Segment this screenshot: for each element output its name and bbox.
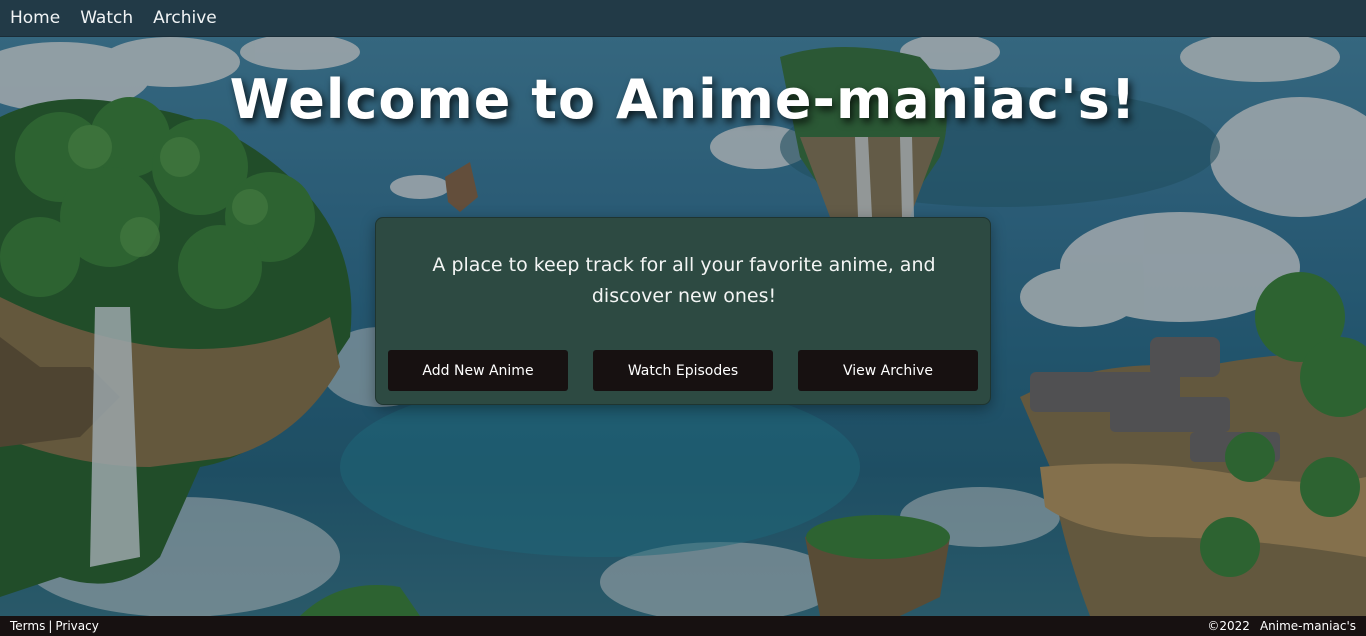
privacy-link[interactable]: Privacy [55,619,98,633]
top-navbar: Home Watch Archive [0,0,1366,37]
watch-episodes-button[interactable]: Watch Episodes [593,350,773,391]
action-buttons: Add New Anime Watch Episodes View Archiv… [388,350,978,391]
page-title: Welcome to Anime-maniac's! [229,68,1137,131]
nav-link-home[interactable]: Home [10,8,60,28]
footer-links: Terms | Privacy [10,619,99,633]
copyright-year: ©2022 [1207,619,1250,633]
nav-link-watch[interactable]: Watch [80,8,133,28]
nav-link-archive[interactable]: Archive [153,8,217,28]
welcome-card: A place to keep track for all your favor… [375,217,991,405]
view-archive-button[interactable]: View Archive [798,350,978,391]
welcome-description: A place to keep track for all your favor… [432,254,936,307]
footer-brand: Anime-maniac's [1259,619,1356,633]
terms-link[interactable]: Terms [10,619,45,633]
footer-separator: | [48,619,53,633]
add-new-anime-button[interactable]: Add New Anime [388,350,568,391]
footer-copyright: ©2022 Anime-maniac's [1207,619,1356,633]
page-footer: Terms | Privacy ©2022 Anime-maniac's [0,616,1366,636]
